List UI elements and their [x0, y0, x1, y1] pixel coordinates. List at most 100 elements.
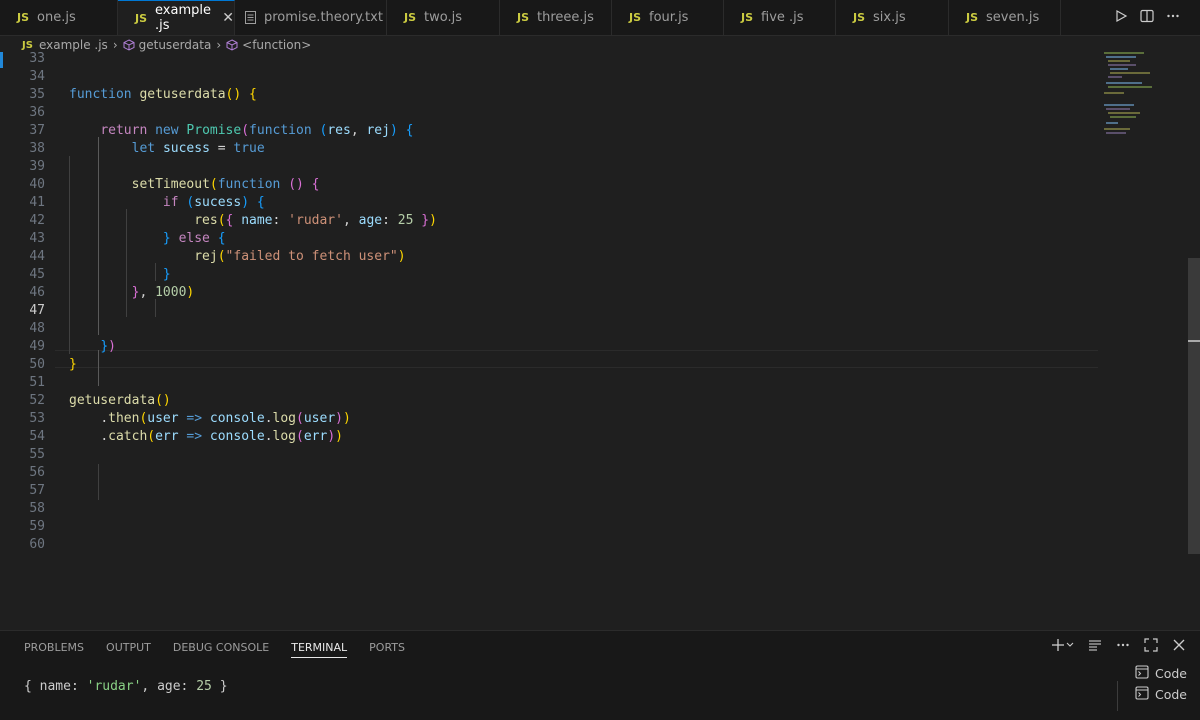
line-number: 48: [29, 321, 45, 336]
terminal-text: { name:: [24, 679, 87, 694]
close-icon[interactable]: ✕: [222, 10, 234, 26]
tab-debug-console[interactable]: DEBUG CONSOLE: [173, 641, 269, 654]
line-number: 51: [29, 375, 45, 390]
line-number: 53: [29, 411, 45, 426]
line-number: 54: [29, 429, 45, 444]
line-number: 40: [29, 177, 45, 192]
tab-label: seven.js: [986, 10, 1040, 25]
editor-actions: [1114, 0, 1200, 35]
new-terminal-icon[interactable]: [1052, 638, 1074, 656]
maximize-panel-icon[interactable]: [1144, 638, 1158, 656]
more-actions-icon[interactable]: [1166, 9, 1180, 27]
terminal-list: Code Code: [1135, 663, 1200, 705]
tab-seven-js[interactable]: JS seven.js: [949, 0, 1061, 35]
code-line: getuserdata(): [69, 393, 171, 408]
terminal-text: }: [211, 679, 228, 694]
code-line: }: [69, 357, 77, 372]
tab-label: six.js: [873, 10, 906, 25]
line-number: 36: [29, 105, 45, 120]
js-file-icon: JS: [853, 11, 866, 24]
line-number: 57: [29, 483, 45, 498]
code-line: let sucess = true: [131, 141, 265, 156]
line-number: 41: [29, 195, 45, 210]
terminal-list-label: Code: [1155, 666, 1188, 681]
code-line: return new Promise(function (res, rej) {: [100, 123, 414, 138]
tab-label: one.js: [37, 10, 76, 25]
tab-label: four.js: [649, 10, 689, 25]
tab-label: two.js: [424, 10, 462, 25]
line-number: 33: [29, 52, 45, 66]
code-line: } else {: [162, 231, 226, 246]
more-actions-icon[interactable]: [1116, 638, 1130, 656]
status-bar: [0, 711, 1200, 719]
terminal-list-label: Code: [1155, 687, 1188, 702]
js-file-icon: JS: [22, 39, 33, 51]
tab-six-js[interactable]: JS six.js: [836, 0, 949, 35]
code-line: if (sucess) {: [162, 195, 265, 210]
tab-terminal[interactable]: TERMINAL: [291, 641, 348, 658]
code-line: res({ name: 'rudar', age: 25 }): [194, 213, 437, 228]
terminal-list-item[interactable]: Code: [1135, 663, 1200, 684]
code-line: setTimeout(function () {: [131, 177, 320, 192]
tab-problems[interactable]: PROBLEMS: [24, 641, 84, 654]
code-editor[interactable]: 33 34 35 function getuserdata() { 36 37 r…: [0, 52, 1100, 630]
chevron-right-icon: ›: [112, 38, 118, 52]
editor-scrollbar[interactable]: [1188, 258, 1200, 554]
breadcrumb-file[interactable]: example .js: [39, 38, 108, 52]
clear-terminal-icon[interactable]: [1088, 638, 1102, 656]
code-line: function getuserdata() {: [69, 87, 257, 102]
code-line: .catch(err => console.log(err)): [100, 429, 343, 444]
js-file-icon: JS: [741, 11, 754, 24]
code-line: rej("failed to fetch user"): [194, 249, 406, 264]
tab-four-js[interactable]: JS four.js: [612, 0, 724, 35]
line-number: 60: [29, 537, 45, 552]
line-number: 37: [29, 123, 45, 138]
tab-one-js[interactable]: JS one.js: [0, 0, 118, 35]
tab-five-js[interactable]: JS five .js: [724, 0, 836, 35]
js-file-icon: JS: [517, 11, 530, 24]
line-number: 43: [29, 231, 45, 246]
tab-label: threee.js: [537, 10, 594, 25]
js-file-icon: JS: [135, 11, 148, 25]
js-file-icon: JS: [17, 11, 30, 24]
line-number: 34: [29, 69, 45, 84]
line-number: 56: [29, 465, 45, 480]
panel-tabs: PROBLEMS OUTPUT DEBUG CONSOLE TERMINAL P…: [24, 631, 405, 663]
cube-icon: [123, 39, 135, 51]
code-line: }: [162, 267, 171, 282]
text-file-icon: [245, 11, 256, 24]
line-number: 44: [29, 249, 45, 264]
terminal-output[interactable]: { name: 'rudar', age: 25 }: [24, 679, 228, 694]
tab-threee-js[interactable]: JS threee.js: [500, 0, 612, 35]
chevron-right-icon: ›: [216, 38, 222, 52]
close-panel-icon[interactable]: [1172, 638, 1186, 656]
tab-promise-theory-txt[interactable]: promise.theory.txt: [235, 0, 387, 35]
minimap[interactable]: [1100, 52, 1188, 162]
bottom-panel: PROBLEMS OUTPUT DEBUG CONSOLE TERMINAL P…: [0, 630, 1200, 720]
line-number: 35: [29, 87, 45, 102]
editor-tab-bar: JS one.js JS example .js ✕ promise.theor…: [0, 0, 1200, 36]
tab-output[interactable]: OUTPUT: [106, 641, 151, 654]
line-number: 38: [29, 141, 45, 156]
tab-example-js[interactable]: JS example .js ✕: [118, 0, 235, 35]
tab-two-js[interactable]: JS two.js: [387, 0, 500, 35]
terminal-list-item[interactable]: Code: [1135, 684, 1200, 705]
terminal-text: , age:: [141, 679, 197, 694]
line-number: 47: [29, 303, 45, 318]
terminal-icon: [1135, 686, 1149, 703]
line-number: 59: [29, 519, 45, 534]
line-number: 58: [29, 501, 45, 516]
breadcrumb-child[interactable]: <function>: [242, 38, 311, 52]
scrollbar-cursor-marker: [1188, 340, 1200, 342]
code-line: }, 1000): [131, 285, 195, 300]
tab-ports[interactable]: PORTS: [369, 641, 405, 654]
terminal-number: 25: [196, 679, 212, 694]
js-file-icon: JS: [966, 11, 979, 24]
tab-label: five .js: [761, 10, 804, 25]
breadcrumb-symbol[interactable]: getuserdata: [139, 38, 212, 52]
cube-icon: [226, 39, 238, 51]
split-editor-icon[interactable]: [1140, 9, 1154, 27]
run-icon[interactable]: [1114, 9, 1128, 27]
line-number: 39: [29, 159, 45, 174]
terminal-string: 'rudar': [86, 679, 142, 694]
